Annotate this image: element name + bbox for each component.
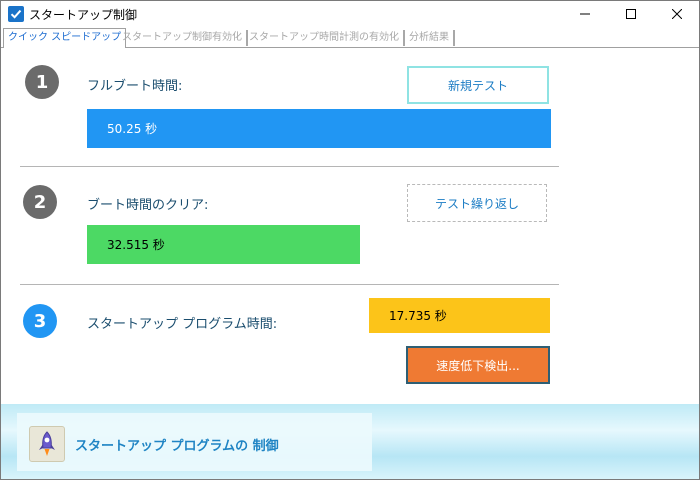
startup-control-link[interactable]: スタートアップ プログラムの 制御 xyxy=(17,413,372,471)
minimize-button[interactable] xyxy=(562,1,608,27)
clear-boot-label: ブート時間のクリア: xyxy=(87,198,209,213)
tab-strip: クイック スピードアップ スタートアップ制御有効化 スタートアップ時間計測の有効… xyxy=(1,27,699,49)
footer-banner: スタートアップ プログラムの 制御 xyxy=(1,404,699,479)
tab-analysis-results[interactable]: 分析結果 xyxy=(405,30,455,46)
startup-program-label: スタートアップ プログラム時間: xyxy=(87,317,278,332)
close-button[interactable] xyxy=(654,1,699,27)
tab-startup-timing[interactable]: スタートアップ時間計測の有効化 xyxy=(245,30,405,46)
new-test-button[interactable]: 新規テスト xyxy=(407,66,549,104)
step-number-3: 3 xyxy=(23,304,57,338)
detect-slowdown-button[interactable]: 速度低下検出... xyxy=(406,346,550,384)
section-divider xyxy=(20,284,559,285)
repeat-test-button[interactable]: テスト繰り返し xyxy=(407,184,547,222)
full-boot-time-bar: 50.25 秒 xyxy=(87,109,551,148)
app-window: スタートアップ制御 クイック スピードアップ スタートアップ制御有効化 スタート… xyxy=(0,0,700,480)
step-number-1: 1 xyxy=(25,65,59,99)
rocket-icon xyxy=(29,426,65,462)
window-title: スタートアップ制御 xyxy=(29,8,138,22)
startup-program-time-bar: 17.735 秒 xyxy=(369,298,550,333)
tab-startup-control[interactable]: スタートアップ制御有効化 xyxy=(118,30,248,46)
title-bar: スタートアップ制御 xyxy=(1,1,699,27)
quick-speedup-panel: 1 フルブート時間: 新規テスト 50.25 秒 2 ブート時間のクリア: テス… xyxy=(1,48,699,404)
section-divider xyxy=(20,166,559,167)
clear-boot-time-bar: 32.515 秒 xyxy=(87,225,360,264)
step-number-2: 2 xyxy=(23,185,57,219)
maximize-button[interactable] xyxy=(608,1,654,27)
full-boot-label: フルブート時間: xyxy=(87,79,183,94)
startup-control-text: スタートアップ プログラムの 制御 xyxy=(75,439,279,454)
checkmark-icon xyxy=(8,6,24,22)
tab-quick-speedup[interactable]: クイック スピードアップ xyxy=(3,28,127,49)
